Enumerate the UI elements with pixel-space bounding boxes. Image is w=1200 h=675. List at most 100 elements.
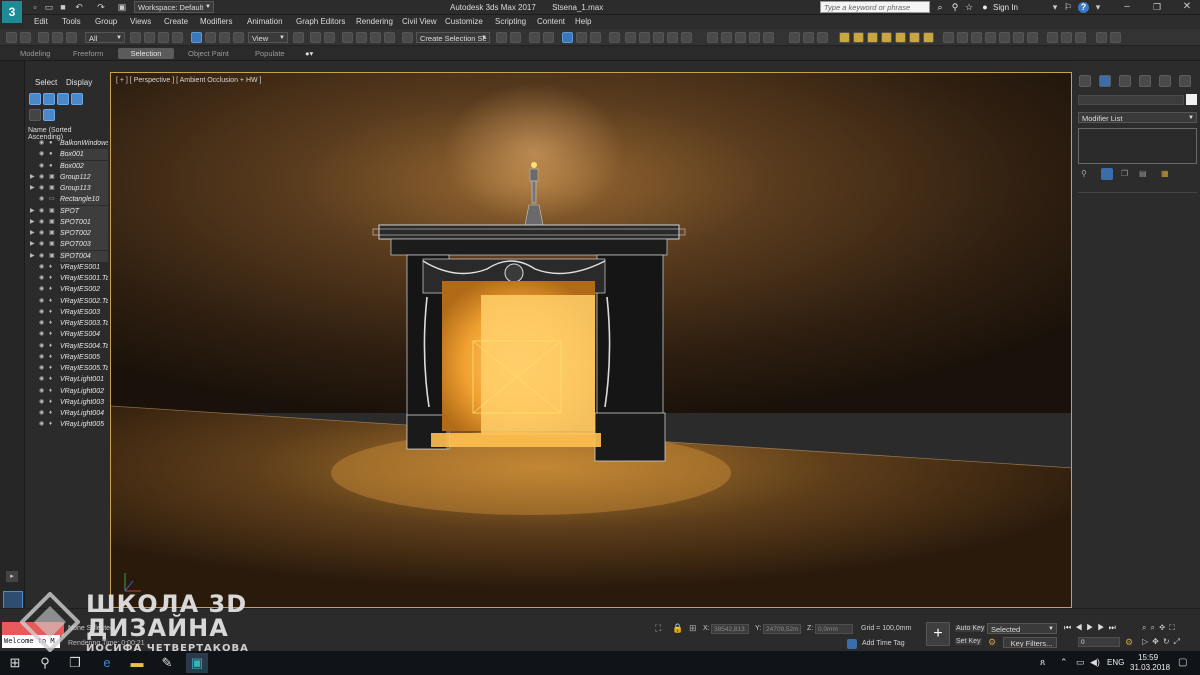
- new-file-icon[interactable]: ▫: [30, 2, 40, 12]
- scene-list-item[interactable]: ◉ ♦ VRayLight001: [26, 374, 108, 385]
- visibility-eye-icon[interactable]: ◉: [39, 318, 44, 329]
- unlink-icon[interactable]: [52, 32, 63, 43]
- vray-mesh-export-icon[interactable]: [763, 32, 774, 43]
- visibility-eye-icon[interactable]: ◉: [39, 172, 44, 183]
- ribbon-options-icon[interactable]: ●▾: [300, 48, 318, 59]
- scene-list-item[interactable]: ▶ ◉ ▣ SPOT003: [26, 239, 108, 251]
- vray-frame-buffer-icon[interactable]: [707, 32, 718, 43]
- vray-lister-icon[interactable]: [749, 32, 760, 43]
- corona-vfb-icon[interactable]: [1061, 32, 1072, 43]
- angle-snap-icon[interactable]: [356, 32, 367, 43]
- set-key-plus-icon[interactable]: +: [926, 622, 950, 646]
- apps-icon[interactable]: ⚐: [1063, 2, 1073, 12]
- help-icon[interactable]: ?: [1078, 2, 1089, 13]
- menu-modifiers[interactable]: Modifiers: [200, 17, 232, 26]
- scene-list-item[interactable]: ◉ ♦ VRayIES005: [26, 352, 108, 363]
- menu-customize[interactable]: Customize: [445, 17, 483, 26]
- task-view-icon[interactable]: ❐: [64, 653, 86, 673]
- menu-create[interactable]: Create: [164, 17, 188, 26]
- visibility-eye-icon[interactable]: ◉: [39, 363, 44, 374]
- select-move-icon[interactable]: [191, 32, 202, 43]
- expand-arrow-icon[interactable]: ▶: [30, 251, 35, 262]
- forest-color-icon[interactable]: [999, 32, 1010, 43]
- help-dropdown-icon[interactable]: ▾: [1093, 2, 1103, 12]
- visibility-eye-icon[interactable]: ◉: [39, 239, 44, 250]
- window-crossing-icon[interactable]: [172, 32, 183, 43]
- visibility-eye-icon[interactable]: ◉: [39, 251, 44, 262]
- show-end-result-icon[interactable]: [1101, 168, 1113, 180]
- forest-tools-icon[interactable]: [1027, 32, 1038, 43]
- forest-effects-icon[interactable]: [1013, 32, 1024, 43]
- hierarchy-tab-icon[interactable]: [1119, 75, 1131, 87]
- vray-light-icon[interactable]: [789, 32, 800, 43]
- favorites-star-icon[interactable]: ☆: [964, 2, 974, 12]
- visibility-eye-icon[interactable]: ◉: [39, 194, 44, 205]
- scene-list-item[interactable]: ◉ ♦ VRayIES004: [26, 329, 108, 340]
- save-icon[interactable]: ■: [58, 2, 68, 12]
- display-cameras-icon[interactable]: [71, 93, 83, 105]
- visibility-eye-icon[interactable]: ◉: [39, 307, 44, 318]
- select-manipulate-icon[interactable]: [310, 32, 321, 43]
- 3dsmax-taskbar-icon[interactable]: ▣: [186, 653, 208, 673]
- visibility-eye-icon[interactable]: ◉: [39, 138, 44, 149]
- select-place-icon[interactable]: [233, 32, 244, 43]
- people-icon[interactable]: ጸ: [1040, 657, 1045, 668]
- named-selection-sets-dropdown[interactable]: Create Selection Se ▼: [416, 32, 490, 43]
- key-filter-icon[interactable]: ⚙: [988, 637, 996, 648]
- extra-tools-icon[interactable]: [1110, 32, 1121, 43]
- perspective-viewport[interactable]: [ + ] [ Perspective ] [ Ambient Occlusio…: [110, 72, 1072, 608]
- menu-group[interactable]: Group: [95, 17, 117, 26]
- auto-key-button[interactable]: Auto Key: [955, 625, 986, 632]
- start-button-icon[interactable]: ⊞: [4, 653, 26, 673]
- time-tag-icon[interactable]: [847, 639, 857, 649]
- menu-graph-editors[interactable]: Graph Editors: [296, 17, 345, 26]
- restore-icon[interactable]: ❐: [1152, 2, 1162, 12]
- select-rotate-icon[interactable]: [205, 32, 216, 43]
- menu-animation[interactable]: Animation: [247, 17, 283, 26]
- scene-list-item[interactable]: ▶ ◉ ▣ SPOT002: [26, 228, 108, 239]
- vray-sphere-icon[interactable]: [853, 32, 864, 43]
- spinner-snap-icon[interactable]: [384, 32, 395, 43]
- mirror-icon[interactable]: [496, 32, 507, 43]
- visibility-eye-icon[interactable]: ◉: [39, 341, 44, 352]
- display-lights-icon[interactable]: [57, 93, 69, 105]
- scene-list-item[interactable]: ◉ ● Box001: [26, 149, 108, 161]
- visibility-eye-icon[interactable]: ◉: [39, 262, 44, 273]
- corona-interactive-icon[interactable]: [1075, 32, 1086, 43]
- schematic-view-icon[interactable]: [590, 32, 601, 43]
- viewport-label[interactable]: [ + ] [ Perspective ] [ Ambient Occlusio…: [116, 77, 262, 84]
- utilities-tab-icon[interactable]: [1179, 75, 1191, 87]
- display-shapes-icon[interactable]: [43, 93, 55, 105]
- menu-civil-view[interactable]: Civil View: [402, 17, 437, 26]
- scene-explorer-icon[interactable]: [43, 109, 55, 121]
- vray-plane-icon[interactable]: [839, 32, 850, 43]
- material-editor-icon[interactable]: [609, 32, 620, 43]
- visibility-eye-icon[interactable]: ◉: [39, 149, 44, 160]
- scene-list-item[interactable]: ▶ ◉ ▣ Group113: [26, 183, 108, 194]
- tab-modeling[interactable]: Modeling: [15, 48, 55, 59]
- add-time-tag-button[interactable]: Add Time Tag: [862, 640, 905, 647]
- visibility-eye-icon[interactable]: ◉: [39, 284, 44, 295]
- scene-list-item[interactable]: ◉ ♦ VRayIES004.Ta: [26, 341, 108, 352]
- modify-tab-icon[interactable]: [1099, 75, 1111, 87]
- visibility-eye-icon[interactable]: ◉: [39, 386, 44, 397]
- scene-list-item[interactable]: ◉ ♦ VRayIES002: [26, 284, 108, 295]
- tab-selection[interactable]: Selection: [118, 48, 174, 59]
- visibility-eye-icon[interactable]: ◉: [39, 374, 44, 385]
- railclone-icon[interactable]: [957, 32, 968, 43]
- tray-arrow-icon[interactable]: ⌃: [1060, 657, 1068, 668]
- object-name-field[interactable]: [1078, 95, 1184, 105]
- workspace-dropdown[interactable]: Workspace: Default ▼: [134, 1, 214, 13]
- vray-ambient-light-icon[interactable]: [909, 32, 920, 43]
- z-coord-field[interactable]: 0,0mm: [815, 624, 853, 634]
- network-icon[interactable]: ▭: [1076, 657, 1085, 668]
- curve-editor-icon[interactable]: [576, 32, 587, 43]
- clock-time[interactable]: 15:59: [1138, 653, 1158, 662]
- scene-list-item[interactable]: ◉ ♦ VRayIES002.Ta: [26, 296, 108, 307]
- set-key-button[interactable]: Set Key: [955, 638, 982, 645]
- modifier-list-dropdown[interactable]: Modifier List ▼: [1078, 112, 1197, 123]
- select-object-icon[interactable]: [130, 32, 141, 43]
- x-coord-field[interactable]: 38542,813: [711, 624, 749, 634]
- forest-lite-icon[interactable]: [985, 32, 996, 43]
- minimize-icon[interactable]: –: [1122, 2, 1132, 12]
